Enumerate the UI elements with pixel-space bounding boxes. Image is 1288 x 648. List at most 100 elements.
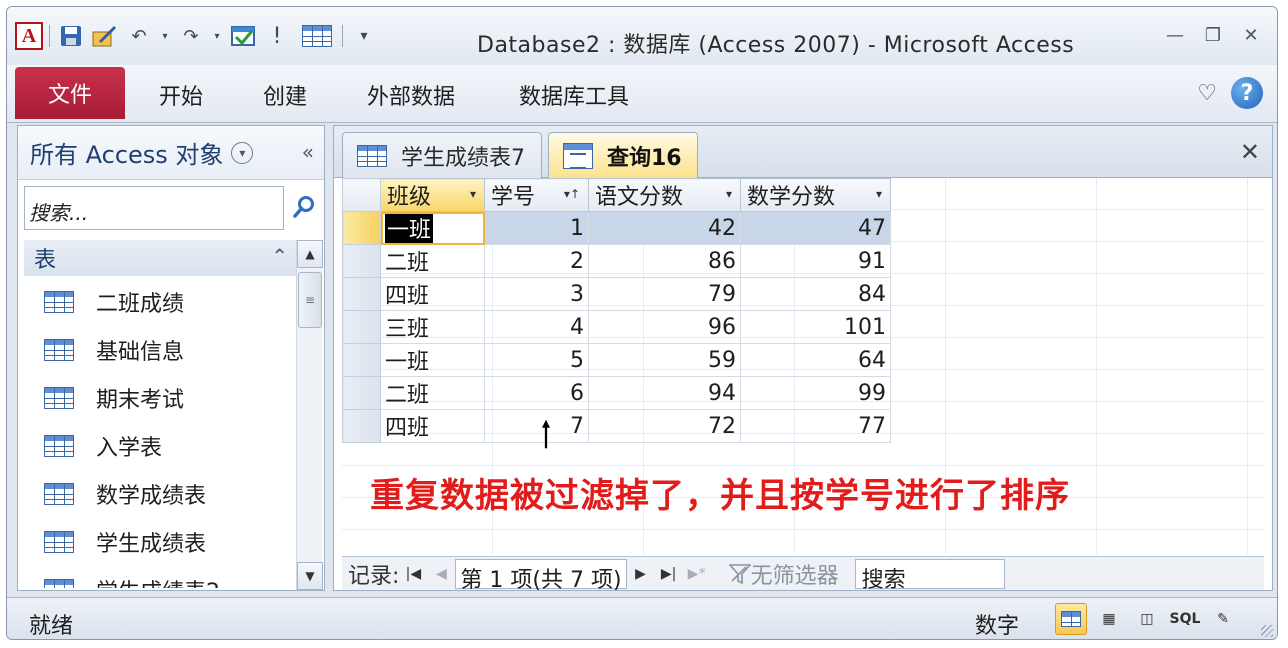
table-cell[interactable]: 94 [588, 376, 741, 410]
doc-tab-student-scores[interactable]: 学生成绩表7 [342, 132, 542, 178]
table-cell[interactable]: 72 [588, 409, 741, 443]
help-icon[interactable]: ? [1231, 77, 1263, 109]
chevron-down-icon[interactable]: ▾ [876, 187, 882, 201]
nav-item[interactable]: 二班成绩 [24, 278, 300, 326]
datasheet-view-button[interactable] [1055, 603, 1087, 635]
row-selector[interactable] [342, 409, 381, 443]
table-cell[interactable]: 86 [588, 244, 741, 278]
table-cell[interactable]: 二班 [380, 244, 485, 278]
chevron-up-icon[interactable]: ⌃ [271, 244, 288, 268]
next-record-icon[interactable]: ▶ [627, 566, 655, 582]
table-cell[interactable]: 一班 [380, 343, 485, 377]
sql-view-button[interactable]: SQL [1169, 603, 1201, 635]
doc-tab-query[interactable]: 查询16 [548, 132, 698, 178]
redo-icon[interactable]: ↷ [176, 21, 206, 51]
table-icon[interactable] [302, 21, 332, 51]
save-icon[interactable] [56, 21, 86, 51]
table-cell[interactable]: 三班 [380, 310, 485, 344]
scroll-down-icon[interactable]: ▼ [297, 562, 323, 590]
table-cell[interactable]: 7 [484, 409, 589, 443]
close-window-icon[interactable]: ✕ [1239, 23, 1263, 47]
table-row[interactable]: 二班 6 94 99 [342, 376, 891, 410]
table-cell[interactable]: 四班 [380, 277, 485, 311]
chevron-down-icon[interactable]: ▾ [231, 141, 254, 164]
previous-record-icon[interactable]: ◀ [427, 566, 455, 582]
collapse-pane-icon[interactable]: « [302, 140, 314, 164]
pivot-chart-view-button[interactable]: ◫ [1131, 603, 1163, 635]
nav-item[interactable]: 学生成绩表2 [24, 566, 300, 588]
table-cell[interactable]: 77 [740, 409, 891, 443]
table-cell[interactable]: 3 [484, 277, 589, 311]
design-view-button[interactable]: ✎ [1207, 603, 1239, 635]
nav-search-input[interactable]: 搜索... [24, 186, 284, 230]
table-row[interactable]: 四班 3 79 84 [342, 277, 891, 311]
minimize-icon[interactable]: — [1163, 23, 1187, 47]
row-selector[interactable] [342, 310, 381, 344]
record-position-input[interactable]: 第 1 项(共 7 项) [455, 558, 627, 593]
datasheet-view-icon[interactable] [228, 21, 258, 51]
tab-external-data[interactable]: 外部数据 [367, 79, 455, 111]
table-cell[interactable]: 99 [740, 376, 891, 410]
table-cell[interactable]: 64 [740, 343, 891, 377]
nav-item[interactable]: 期末考试 [24, 374, 300, 422]
table-cell[interactable]: 4 [484, 310, 589, 344]
column-header[interactable]: 班级 ▾ [380, 178, 485, 212]
table-row[interactable]: 一班 1 42 47 [342, 211, 891, 245]
table-cell[interactable]: 5 [484, 343, 589, 377]
table-cell[interactable]: 42 [588, 211, 741, 245]
table-row[interactable]: 一班 5 59 64 [342, 343, 891, 377]
restore-icon[interactable]: ❐ [1201, 23, 1225, 47]
column-header[interactable]: 数学分数 ▾ [740, 178, 891, 212]
nav-item[interactable]: 基础信息 [24, 326, 300, 374]
filter-toggle[interactable]: 无筛选器 [728, 558, 839, 590]
row-selector[interactable] [342, 211, 381, 245]
undo-dropdown-icon[interactable]: ▾ [158, 21, 172, 51]
table-cell[interactable]: 47 [740, 211, 891, 245]
row-selector[interactable] [342, 376, 381, 410]
table-cell[interactable]: 96 [588, 310, 741, 344]
table-cell[interactable]: 79 [588, 277, 741, 311]
table-row[interactable]: 四班 7 72 77 [342, 409, 891, 443]
table-cell[interactable]: 一班 [380, 211, 485, 245]
table-cell[interactable]: 2 [484, 244, 589, 278]
pivot-table-view-button[interactable]: ▦ [1093, 603, 1125, 635]
column-header[interactable]: 学号 ▾↑ [484, 178, 589, 212]
table-row[interactable]: 二班 2 86 91 [342, 244, 891, 278]
nav-group-tables[interactable]: 表 ⌃ [24, 240, 300, 276]
sort-ascending-icon[interactable]: ▾↑ [564, 187, 580, 201]
search-icon[interactable] [288, 190, 320, 224]
table-row[interactable]: 三班 4 96 101 [342, 310, 891, 344]
scroll-up-icon[interactable]: ▲ [297, 240, 323, 268]
table-cell[interactable]: 101 [740, 310, 891, 344]
minimize-ribbon-icon[interactable]: ♡ [1197, 81, 1217, 106]
last-record-icon[interactable]: ▶| [655, 566, 683, 582]
nav-item[interactable]: 学生成绩表 [24, 518, 300, 566]
scroll-thumb[interactable]: ≡ [298, 272, 322, 328]
undo-icon[interactable]: ↶ [124, 21, 154, 51]
tab-file[interactable]: 文件 [15, 67, 125, 119]
new-record-icon[interactable]: ▶* [683, 566, 711, 582]
redo-dropdown-icon[interactable]: ▾ [210, 21, 224, 51]
first-record-icon[interactable]: |◀ [399, 566, 427, 582]
close-icon[interactable]: ✕ [1240, 138, 1260, 166]
resize-grip-icon[interactable] [1261, 625, 1273, 637]
table-cell[interactable]: 59 [588, 343, 741, 377]
nav-header[interactable]: 所有 Access 对象 ▾ « [18, 126, 324, 180]
customize-toolbar-icon[interactable]: ▾ [349, 21, 379, 51]
chevron-down-icon[interactable]: ▾ [726, 187, 732, 201]
table-cell[interactable]: 91 [740, 244, 891, 278]
chevron-down-icon[interactable]: ▾ [470, 187, 476, 201]
nav-item[interactable]: 入学表 [24, 422, 300, 470]
table-cell[interactable]: 二班 [380, 376, 485, 410]
table-cell[interactable]: 1 [484, 211, 589, 245]
tab-create[interactable]: 创建 [263, 79, 307, 111]
design-view-icon[interactable] [90, 21, 120, 51]
access-logo-icon[interactable]: A [15, 22, 43, 50]
nav-item[interactable]: 数学成绩表 [24, 470, 300, 518]
row-selector[interactable] [342, 277, 381, 311]
run-icon[interactable]: ! [262, 21, 292, 51]
row-selector[interactable] [342, 244, 381, 278]
select-all-corner[interactable] [342, 178, 381, 212]
tab-database-tools[interactable]: 数据库工具 [519, 79, 629, 111]
tab-home[interactable]: 开始 [159, 79, 203, 111]
